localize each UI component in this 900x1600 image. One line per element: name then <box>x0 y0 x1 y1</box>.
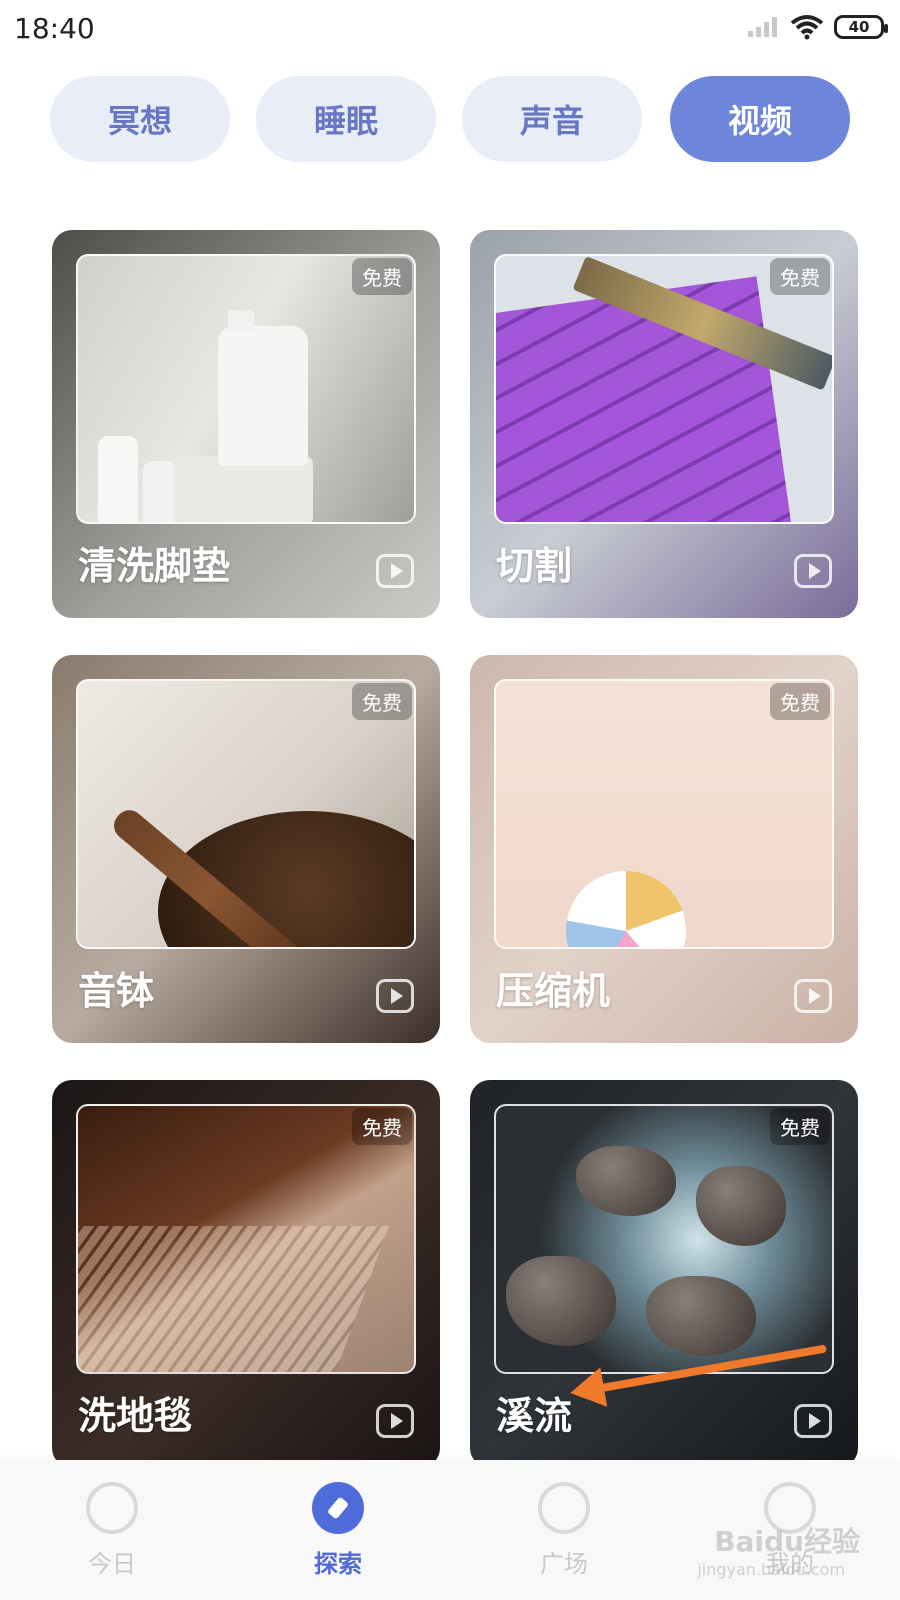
card-title: 切割 <box>496 544 573 588</box>
play-icon[interactable] <box>376 1404 414 1438</box>
tab-meditation[interactable]: 冥想 <box>50 76 230 162</box>
free-badge: 免费 <box>770 683 830 720</box>
nav-label: 探索 <box>314 1550 362 1578</box>
status-bar: 18:40 40 <box>0 0 900 62</box>
play-icon[interactable] <box>794 1404 832 1438</box>
tab-sound[interactable]: 声音 <box>462 76 642 162</box>
free-badge: 免费 <box>770 258 830 295</box>
annotation-arrow-icon <box>566 1367 608 1413</box>
battery-indicator: 40 <box>834 15 888 39</box>
video-card-singing-bowl[interactable]: 免费 音钵 <box>52 655 440 1043</box>
play-icon[interactable] <box>376 979 414 1013</box>
video-card-compressor[interactable]: 免费 压缩机 <box>470 655 858 1043</box>
free-badge: 免费 <box>352 258 412 295</box>
nav-item-explore[interactable]: 探索 <box>278 1474 398 1594</box>
card-title: 溪流 <box>496 1394 573 1438</box>
compass-icon <box>312 1482 364 1534</box>
video-card-clean-mat[interactable]: 免费 清洗脚垫 <box>52 230 440 618</box>
tab-video[interactable]: 视频 <box>670 76 850 162</box>
card-title: 音钵 <box>78 969 155 1013</box>
card-title: 洗地毯 <box>78 1394 193 1438</box>
nav-label: 今日 <box>88 1550 136 1578</box>
nav-label: 广场 <box>540 1550 588 1578</box>
video-card-stream[interactable]: 免费 溪流 <box>470 1080 858 1468</box>
play-icon[interactable] <box>794 554 832 588</box>
signal-icon <box>748 17 777 37</box>
status-icons: 40 <box>746 14 888 40</box>
free-badge: 免费 <box>352 1108 412 1145</box>
video-card-carpet-wash[interactable]: 免费 洗地毯 <box>52 1080 440 1468</box>
video-card-cutting[interactable]: 免费 切割 <box>470 230 858 618</box>
wifi-icon <box>790 15 824 40</box>
watermark-logo: Baidu经验 <box>714 1525 860 1558</box>
free-badge: 免费 <box>352 683 412 720</box>
planet-icon <box>538 1482 590 1534</box>
category-tabs: 冥想 睡眠 声音 视频 <box>50 76 850 162</box>
card-title: 清洗脚垫 <box>78 544 231 588</box>
play-icon[interactable] <box>376 554 414 588</box>
trend-icon <box>86 1482 138 1534</box>
free-badge: 免费 <box>770 1108 830 1145</box>
tab-sleep[interactable]: 睡眠 <box>256 76 436 162</box>
status-time: 18:40 <box>14 12 95 45</box>
watermark-url: jingyan.baidu.com <box>697 1560 845 1579</box>
play-icon[interactable] <box>794 979 832 1013</box>
nav-item-square[interactable]: 广场 <box>504 1474 624 1594</box>
nav-item-today[interactable]: 今日 <box>52 1474 172 1594</box>
card-title: 压缩机 <box>496 969 611 1013</box>
